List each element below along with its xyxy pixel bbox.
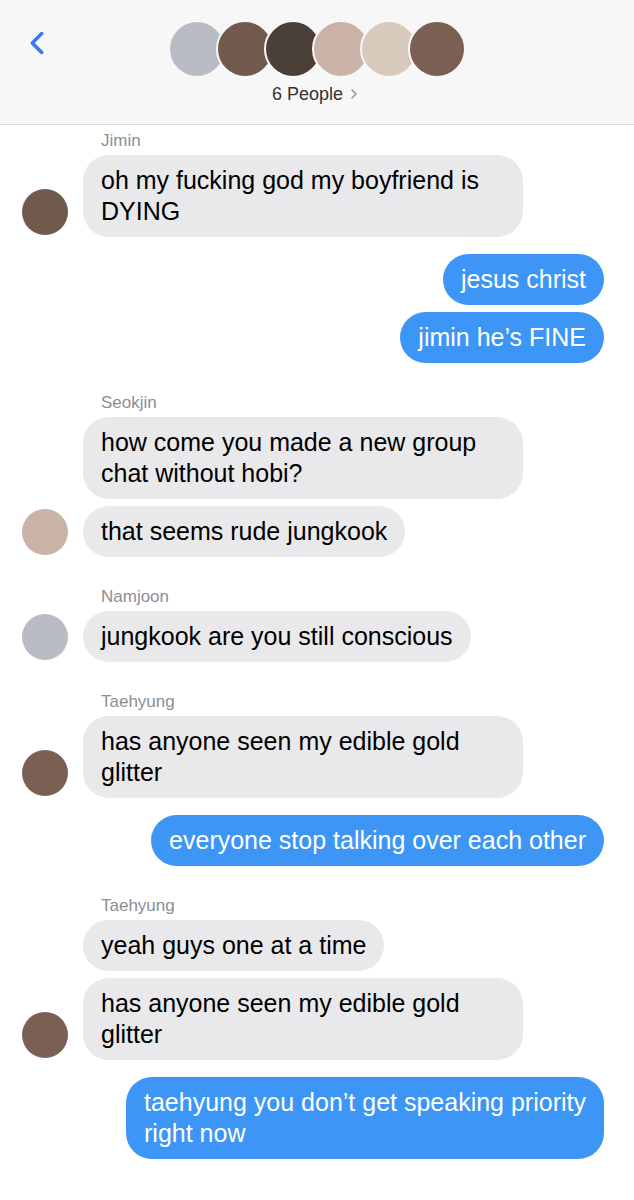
- received-bubble[interactable]: has anyone seen my edible gold glitter: [83, 978, 523, 1060]
- received-group: Taehyung yeah guys one at a time has anyon…: [0, 896, 634, 1060]
- message-list: Jimin oh my fucking god my boyfriend is D…: [0, 125, 634, 1159]
- sender-name: Jimin: [0, 131, 634, 151]
- participant-avatar: [408, 20, 466, 78]
- sender-avatar[interactable]: [22, 750, 68, 796]
- received-group: Seokjin how come you made a new group cha…: [0, 393, 634, 557]
- received-bubble[interactable]: oh my fucking god my boyfriend is DYING: [83, 155, 523, 237]
- sender-avatar[interactable]: [22, 189, 68, 235]
- sent-group: everyone stop talking over each other: [0, 815, 634, 866]
- sent-bubble[interactable]: jimin he’s FINE: [400, 312, 604, 363]
- avatar-row[interactable]: [168, 0, 466, 78]
- received-bubble[interactable]: that seems rude jungkook: [83, 506, 405, 557]
- received-group: Namjoon jungkook are you still conscious: [0, 587, 634, 662]
- sender-name: Namjoon: [0, 587, 634, 607]
- received-bubble[interactable]: how come you made a new group chat witho…: [83, 417, 523, 499]
- received-bubble[interactable]: has anyone seen my edible gold glitter: [83, 716, 523, 798]
- sent-bubble[interactable]: taehyung you don’t get speaking priority…: [126, 1077, 604, 1159]
- back-chevron-icon: [18, 24, 56, 62]
- received-group: Taehyung has anyone seen my edible gold g…: [0, 692, 634, 798]
- sent-bubble[interactable]: jesus christ: [443, 254, 604, 305]
- sent-group: jesus christ jimin he’s FINE: [0, 254, 634, 363]
- messages-screen: 6 People Jimin oh my fucking god my boyfri…: [0, 0, 634, 1200]
- sender-name: Seokjin: [0, 393, 634, 413]
- sent-bubble[interactable]: everyone stop talking over each other: [151, 815, 604, 866]
- chat-header: 6 People: [0, 0, 634, 125]
- back-button[interactable]: [18, 24, 56, 62]
- chevron-right-icon: [346, 86, 362, 102]
- received-bubble[interactable]: yeah guys one at a time: [83, 920, 384, 971]
- sender-name: Taehyung: [0, 896, 634, 916]
- sender-avatar[interactable]: [22, 614, 68, 660]
- sent-group: taehyung you don’t get speaking priority…: [0, 1077, 634, 1159]
- received-group: Jimin oh my fucking god my boyfriend is D…: [0, 131, 634, 237]
- sender-avatar[interactable]: [22, 509, 68, 555]
- sender-avatar[interactable]: [22, 1012, 68, 1058]
- people-count[interactable]: 6 People: [272, 82, 362, 106]
- people-count-label: 6 People: [272, 82, 343, 106]
- received-bubble[interactable]: jungkook are you still conscious: [83, 611, 471, 662]
- sender-name: Taehyung: [0, 692, 634, 712]
